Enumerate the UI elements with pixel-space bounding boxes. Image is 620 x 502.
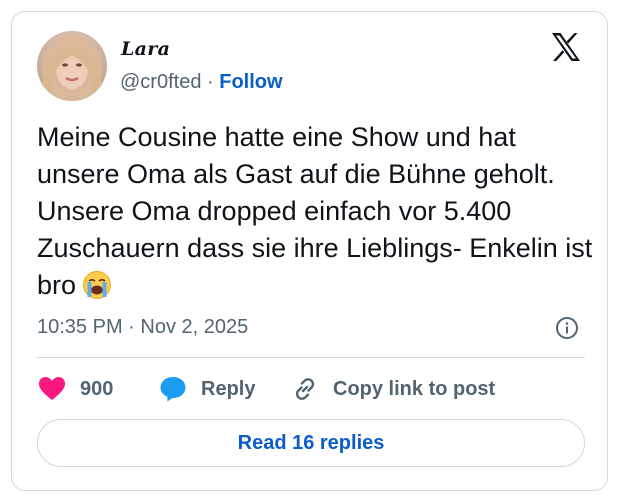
copy-link-button[interactable]: Copy link to post: [291, 374, 495, 404]
heart-icon: [39, 377, 65, 400]
link-icon: [295, 378, 315, 400]
follow-button[interactable]: Follow: [219, 71, 282, 93]
separator-dot: ·: [207, 71, 214, 93]
read-replies-label: Read 16 replies: [237, 431, 385, 454]
loudly-crying-face-icon: [83, 271, 112, 299]
tweet-body: Meine Cousine hatte eine Show und hat un…: [37, 122, 593, 300]
divider: [37, 357, 585, 358]
reply-label: Reply: [201, 377, 256, 400]
copy-link-label: Copy link to post: [333, 377, 496, 400]
read-replies-button[interactable]: Read 16 replies: [37, 419, 585, 467]
info-icon[interactable]: [555, 316, 579, 340]
embedded-post-card: Lara @cr0fted · Follow Meine Cousine hat…: [11, 11, 608, 491]
reply-bubble-icon: [160, 377, 186, 402]
like-button[interactable]: 900: [38, 374, 113, 404]
x-logo-icon[interactable]: [550, 31, 582, 63]
reply-button[interactable]: Reply: [159, 374, 255, 404]
like-count: 900: [80, 377, 114, 400]
avatar[interactable]: [37, 31, 107, 101]
timestamp[interactable]: 10:35 PM · Nov 2, 2025: [37, 316, 248, 339]
tweet-text: Meine Cousine hatte eine Show und hat un…: [37, 119, 597, 304]
handle[interactable]: @cr0fted: [120, 71, 201, 93]
handle-row: @cr0fted · Follow: [120, 71, 283, 94]
display-name[interactable]: Lara: [121, 38, 170, 60]
